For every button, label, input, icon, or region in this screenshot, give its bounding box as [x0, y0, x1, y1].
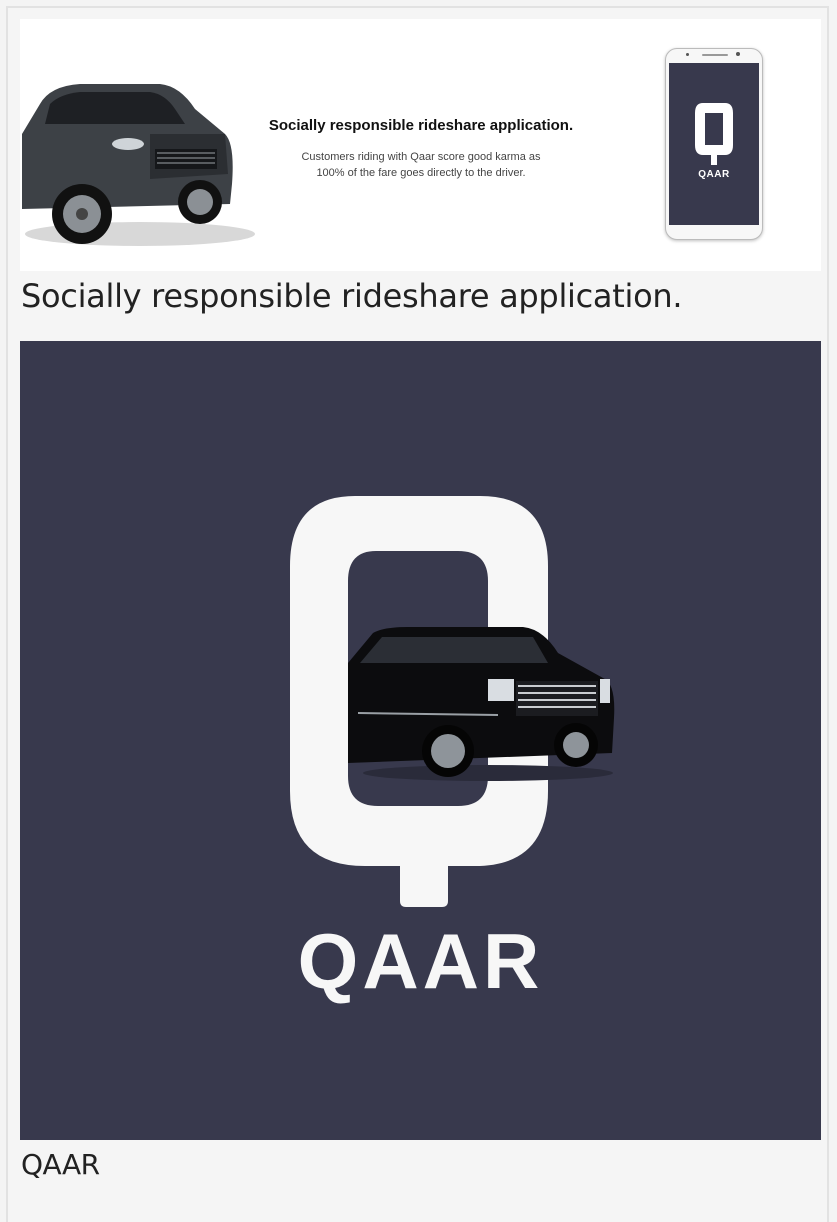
banner-title: Socially responsible rideshare applicati…: [268, 117, 574, 134]
phone-screen: QAAR: [669, 63, 759, 225]
banner-description-line-1: Customers riding with Qaar score good ka…: [301, 151, 541, 163]
banner-description: Customers riding with Qaar score good ka…: [260, 149, 582, 181]
image-caption: Socially responsible rideshare applicati…: [21, 277, 683, 315]
phone-brand-label: QAAR: [698, 169, 730, 180]
brand-wordmark: QAAR: [297, 917, 544, 1005]
phone-speaker-icon: [702, 54, 728, 56]
image-caption: QAAR: [21, 1148, 100, 1181]
phone-mockup: QAAR: [665, 48, 763, 240]
hero-logo-image[interactable]: QAAR: [20, 341, 821, 1140]
phone-camera-icon: [736, 52, 740, 56]
black-suv-image: [348, 627, 615, 781]
phone-sensor-icon: [686, 53, 689, 56]
banner-description-line-2: 100% of the fare goes directly to the dr…: [316, 167, 526, 179]
silver-suv-image: [22, 84, 255, 246]
banner-image[interactable]: Socially responsible rideshare applicati…: [20, 19, 821, 271]
